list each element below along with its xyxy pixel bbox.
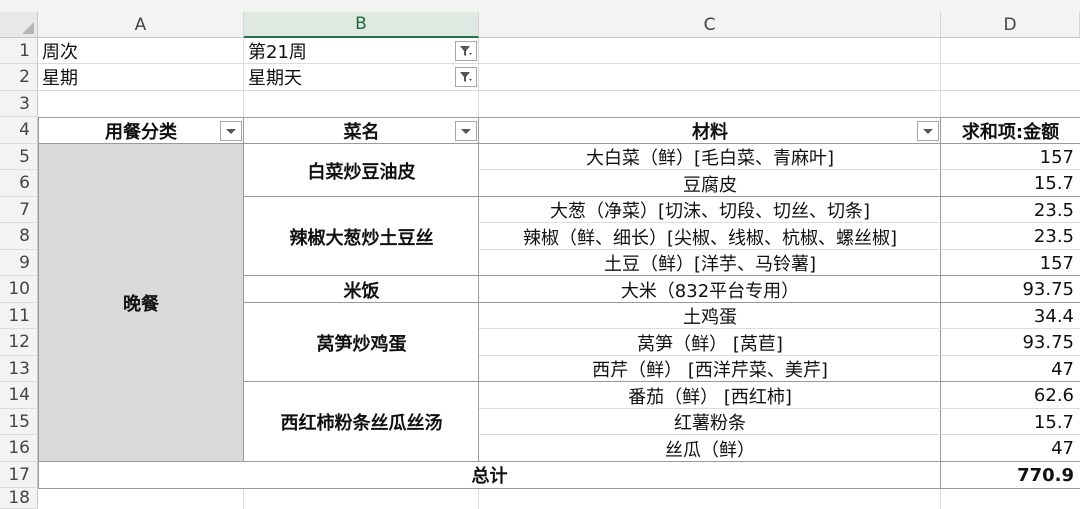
row-header[interactable]: 12 [0, 329, 38, 356]
pivot-header-dish[interactable]: 菜名 [244, 117, 479, 144]
row-header[interactable]: 17 [0, 462, 38, 488]
material-cell[interactable]: 红薯粉条 [479, 409, 941, 435]
row-header[interactable]: 5 [0, 144, 38, 170]
filter-active-icon[interactable] [455, 41, 477, 61]
amount-cell[interactable]: 93.75 [941, 329, 1080, 356]
filter-value-week[interactable]: 第21周 [244, 38, 454, 63]
gridline [479, 355, 1080, 356]
dish-cell[interactable]: 米饭 [244, 276, 479, 303]
column-header-c[interactable]: C [479, 12, 941, 38]
row-header[interactable]: 10 [0, 276, 38, 303]
material-cell[interactable]: 丝瓜（鲜） [479, 435, 941, 462]
filter-label-day[interactable]: 星期 [38, 64, 243, 90]
row-header[interactable]: 3 [0, 91, 38, 117]
gridline [479, 222, 1080, 223]
gridline [479, 249, 1080, 250]
grand-total-label[interactable]: 总计 [38, 462, 941, 488]
amount-cell[interactable]: 34.4 [941, 303, 1080, 329]
filter-active-icon[interactable] [455, 67, 477, 87]
amount-cell[interactable]: 47 [941, 356, 1080, 382]
table-border [244, 275, 1080, 276]
dropdown-arrow-icon[interactable] [455, 121, 477, 141]
pivot-header-category[interactable]: 用餐分类 [38, 117, 244, 144]
column-header-b[interactable]: B [244, 12, 479, 38]
row-header[interactable]: 13 [0, 356, 38, 382]
table-border [244, 196, 1080, 197]
row-header[interactable]: 7 [0, 197, 38, 223]
table-border [243, 117, 244, 462]
dropdown-arrow-icon[interactable] [220, 121, 242, 141]
material-cell[interactable]: 莴笋（鲜） [莴苣] [479, 329, 941, 356]
table-border [244, 381, 1080, 382]
dish-cell[interactable]: 莴笋炒鸡蛋 [244, 303, 479, 382]
gridline [479, 169, 1080, 170]
select-all-button[interactable] [0, 12, 38, 38]
dropdown-arrow-icon[interactable] [917, 121, 939, 141]
amount-cell[interactable]: 157 [941, 250, 1080, 276]
amount-cell[interactable]: 23.5 [941, 197, 1080, 223]
amount-cell[interactable]: 15.7 [941, 170, 1080, 197]
select-all-corner-icon [22, 22, 34, 34]
row-header[interactable]: 6 [0, 170, 38, 197]
table-border [38, 488, 1080, 489]
pivot-header-material[interactable]: 材料 [479, 117, 941, 144]
dish-cell[interactable]: 白菜炒豆油皮 [244, 144, 479, 197]
amount-cell[interactable]: 47 [941, 435, 1080, 462]
gridline [478, 488, 479, 509]
gridline [38, 90, 1080, 91]
amount-cell[interactable]: 93.75 [941, 276, 1080, 303]
material-cell[interactable]: 大白菜（鲜）[毛白菜、青麻叶] [479, 144, 941, 170]
dish-cell[interactable]: 西红柿粉条丝瓜丝汤 [244, 382, 479, 462]
amount-cell[interactable]: 23.5 [941, 223, 1080, 250]
material-cell[interactable]: 大葱（净菜）[切沫、切段、切丝、切条] [479, 197, 941, 223]
material-cell[interactable]: 大米（832平台专用） [479, 276, 941, 303]
table-border [38, 117, 39, 489]
row-header[interactable]: 14 [0, 382, 38, 409]
category-cell[interactable]: 晚餐 [38, 144, 244, 462]
material-cell[interactable]: 辣椒（鲜、细长）[尖椒、线椒、杭椒、螺丝椒] [479, 223, 941, 250]
amount-cell[interactable]: 157 [941, 144, 1080, 170]
amount-cell[interactable]: 15.7 [941, 409, 1080, 435]
row-header[interactable]: 9 [0, 250, 38, 276]
row-header[interactable]: 1 [0, 38, 38, 64]
row-header[interactable]: 18 [0, 488, 38, 509]
gridline [479, 408, 1080, 409]
filter-value-day[interactable]: 星期天 [244, 64, 454, 90]
table-border [244, 302, 1080, 303]
table-border [38, 117, 1080, 118]
gridline [479, 434, 1080, 435]
material-cell[interactable]: 番茄（鲜） [西红柿] [479, 382, 941, 409]
column-header-d[interactable]: D [941, 12, 1080, 38]
grand-total-amount[interactable]: 770.9 [941, 462, 1080, 488]
row-header[interactable]: 4 [0, 117, 38, 144]
amount-cell[interactable]: 62.6 [941, 382, 1080, 409]
row-header[interactable]: 2 [0, 64, 38, 91]
table-border [38, 461, 1080, 462]
row-header[interactable]: 11 [0, 303, 38, 329]
gridline [243, 488, 244, 509]
material-cell[interactable]: 土豆（鲜）[洋芋、马铃薯] [479, 250, 941, 276]
table-border [38, 143, 1080, 144]
pivot-header-amount[interactable]: 求和项:金额 [941, 117, 1080, 144]
gridline [478, 38, 479, 117]
material-cell[interactable]: 土鸡蛋 [479, 303, 941, 329]
gridline [940, 488, 941, 509]
gridline [940, 38, 941, 117]
formula-bar-edge [0, 0, 1080, 12]
row-header[interactable]: 16 [0, 435, 38, 462]
material-cell[interactable]: 豆腐皮 [479, 170, 941, 197]
row-header[interactable]: 15 [0, 409, 38, 435]
row-header[interactable]: 8 [0, 223, 38, 250]
dish-cell[interactable]: 辣椒大葱炒土豆丝 [244, 197, 479, 276]
gridline [479, 328, 1080, 329]
filter-label-week[interactable]: 周次 [38, 38, 243, 63]
material-cell[interactable]: 西芹（鲜） [西洋芹菜、美芹] [479, 356, 941, 382]
column-header-a[interactable]: A [38, 12, 244, 38]
